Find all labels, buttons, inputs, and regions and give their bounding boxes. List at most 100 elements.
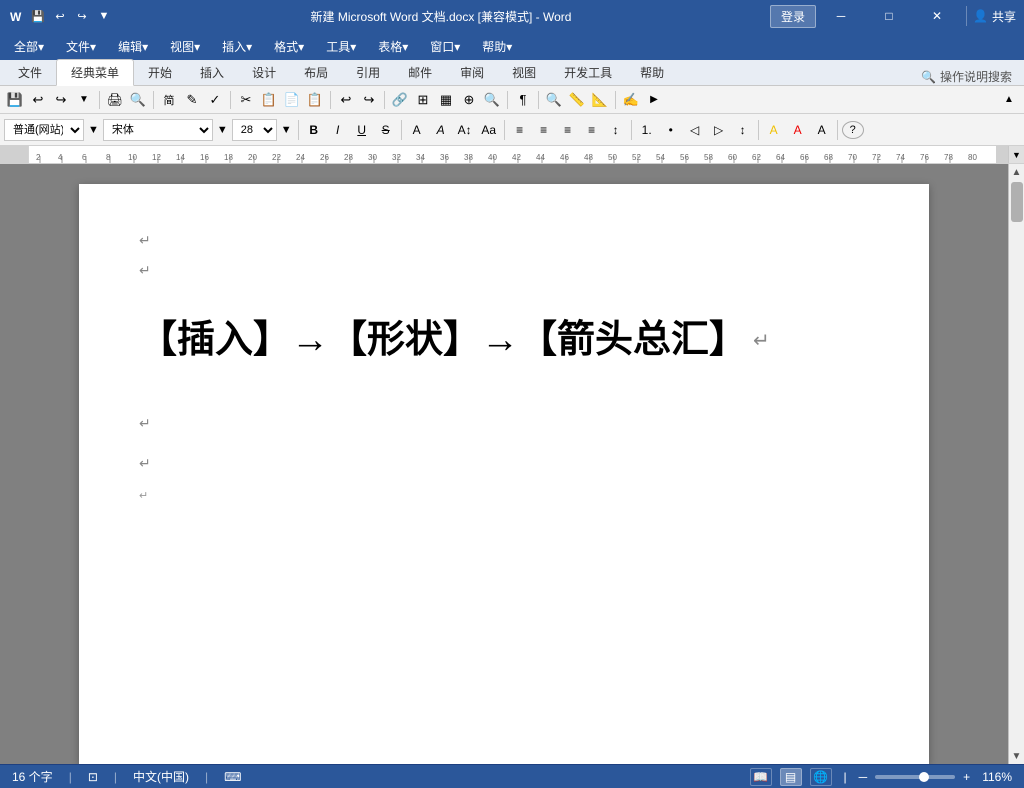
char-border[interactable]: A — [811, 119, 833, 141]
toolbar-preview[interactable]: 🔍 — [127, 89, 149, 111]
toolbar-undo[interactable]: ↩ — [27, 89, 49, 111]
scroll-thumb[interactable] — [1011, 182, 1023, 222]
menu-format[interactable]: 格式▾ — [264, 35, 314, 58]
toolbar-save[interactable]: 💾 — [4, 89, 26, 111]
underline-button[interactable]: U — [351, 119, 373, 141]
align-center[interactable]: ≡ — [533, 119, 555, 141]
scroll-track[interactable] — [1009, 180, 1024, 748]
undo-icon[interactable]: ↩ — [52, 8, 68, 24]
toolbar-pen[interactable]: ✎ — [181, 89, 203, 111]
style-selector[interactable]: 普通(网站) — [4, 119, 84, 141]
style-dropdown-arrow[interactable]: ▼ — [86, 124, 101, 136]
font-dropdown-arrow[interactable]: ▼ — [215, 124, 230, 136]
toolbar-redo2[interactable]: ↪ — [358, 89, 380, 111]
zoom-out-button[interactable]: ─ — [859, 770, 868, 784]
align-right[interactable]: ≡ — [557, 119, 579, 141]
web-view-button[interactable]: 🌐 — [810, 768, 832, 786]
tab-design[interactable]: 设计 — [238, 60, 290, 85]
zoom-in-button[interactable]: + — [963, 770, 970, 784]
toolbar-zoom-out[interactable]: 🔍 — [543, 89, 565, 111]
toolbar-nav[interactable]: 📐 — [589, 89, 611, 111]
toolbar-redo[interactable]: ↪ — [50, 89, 72, 111]
login-button[interactable]: 登录 — [770, 5, 816, 28]
menu-tools[interactable]: 工具▾ — [316, 35, 366, 58]
toolbar-search[interactable]: 🔍 — [481, 89, 503, 111]
tab-developer[interactable]: 开发工具 — [550, 60, 626, 85]
record-macro-icon[interactable]: ⊡ — [88, 770, 98, 784]
toolbar-copy[interactable]: 📋 — [258, 89, 280, 111]
menu-table[interactable]: 表格▾ — [368, 35, 418, 58]
zoom-slider[interactable] — [875, 775, 955, 779]
justify[interactable]: ≡ — [581, 119, 603, 141]
tab-references[interactable]: 引用 — [342, 60, 394, 85]
tab-view[interactable]: 视图 — [498, 60, 550, 85]
tab-mailing[interactable]: 邮件 — [394, 60, 446, 85]
help-search[interactable]: 🔍 操作说明搜索 — [913, 68, 1020, 85]
help-btn[interactable]: ? — [842, 121, 864, 139]
main-text[interactable]: 【插入】→【形状】→【箭头总汇】 — [139, 314, 747, 367]
toolbar-field[interactable]: ⊕ — [458, 89, 480, 111]
toolbar-paste-format[interactable]: 📋 — [304, 89, 326, 111]
close-button[interactable]: ✕ — [914, 0, 960, 32]
sort[interactable]: ↕ — [732, 119, 754, 141]
decrease-indent[interactable]: ◁ — [684, 119, 706, 141]
toolbar-table[interactable]: ⊞ — [412, 89, 434, 111]
customize-icon[interactable]: ▼ — [96, 8, 112, 24]
scroll-down-button[interactable]: ▼ — [1009, 748, 1024, 764]
align-left[interactable]: ≡ — [509, 119, 531, 141]
toolbar-check[interactable]: ✓ — [204, 89, 226, 111]
italic-button[interactable]: I — [327, 119, 349, 141]
toolbar-hyperlink[interactable]: 🔗 — [389, 89, 411, 111]
increase-indent[interactable]: ▷ — [708, 119, 730, 141]
input-mode-icon[interactable]: ⌨ — [224, 770, 241, 784]
bold-button[interactable]: B — [303, 119, 325, 141]
toolbar-undo2[interactable]: ↩ — [335, 89, 357, 111]
toolbar-format-marks[interactable]: ¶ — [512, 89, 534, 111]
font-color2[interactable]: A — [787, 119, 809, 141]
highlight-color[interactable]: A — [763, 119, 785, 141]
numbered-list[interactable]: 1. — [636, 119, 658, 141]
highlight-button[interactable]: A — [430, 119, 452, 141]
toolbar-print[interactable]: 🖨 — [104, 89, 126, 111]
menu-all[interactable]: 全部▾ — [4, 35, 54, 58]
document-page[interactable]: ↵ ↵ 【插入】→【形状】→【箭头总汇】 ↵ ↵ ↵ ↵ — [79, 184, 929, 764]
menu-insert[interactable]: 插入▾ — [212, 35, 262, 58]
menu-edit[interactable]: 编辑▾ — [108, 35, 158, 58]
menu-help[interactable]: 帮助▾ — [472, 35, 522, 58]
toolbar-simplified[interactable]: 简 — [158, 89, 180, 111]
toolbar-highlight[interactable]: ✍ — [620, 89, 642, 111]
scroll-up-button[interactable]: ▲ — [1009, 164, 1024, 180]
tab-home[interactable]: 开始 — [134, 60, 186, 85]
menu-window[interactable]: 窗口▾ — [420, 35, 470, 58]
bullet-list[interactable]: • — [660, 119, 682, 141]
size-dropdown-arrow[interactable]: ▼ — [279, 124, 294, 136]
ruler-collapse-button[interactable]: ▼ — [1008, 146, 1024, 164]
save-icon[interactable]: 💾 — [30, 8, 46, 24]
toolbar-more[interactable]: ▼ — [73, 89, 95, 111]
minimize-button[interactable]: ─ — [818, 0, 864, 32]
line-spacing[interactable]: ↕ — [605, 119, 627, 141]
toolbar-columns[interactable]: ▦ — [435, 89, 457, 111]
read-view-button[interactable]: 📖 — [750, 768, 772, 786]
toolbar-ruler[interactable]: 📏 — [566, 89, 588, 111]
toolbar-more-right[interactable]: ▶ — [643, 89, 665, 111]
tab-file[interactable]: 文件 — [4, 60, 56, 85]
font-color-button[interactable]: A — [406, 119, 428, 141]
tab-help[interactable]: 帮助 — [626, 60, 678, 85]
vertical-scrollbar[interactable]: ▲ ▼ — [1008, 164, 1024, 764]
toolbar-cut[interactable]: ✂ — [235, 89, 257, 111]
tab-review[interactable]: 审阅 — [446, 60, 498, 85]
language[interactable]: 中文(中国) — [133, 768, 189, 785]
tab-classic[interactable]: 经典菜单 — [56, 59, 134, 86]
toolbar-paste[interactable]: 📄 — [281, 89, 303, 111]
case-button[interactable]: Aa — [478, 119, 500, 141]
page-view-button[interactable]: ▤ — [780, 768, 802, 786]
font-selector[interactable]: 宋体 — [103, 119, 213, 141]
restore-button[interactable]: □ — [866, 0, 912, 32]
toolbar-collapse[interactable]: ▲ — [998, 89, 1020, 111]
tab-insert[interactable]: 插入 — [186, 60, 238, 85]
menu-file[interactable]: 文件▾ — [56, 35, 106, 58]
strikethrough-button[interactable]: S — [375, 119, 397, 141]
tab-layout[interactable]: 布局 — [290, 60, 342, 85]
zoom-thumb[interactable] — [919, 772, 929, 782]
